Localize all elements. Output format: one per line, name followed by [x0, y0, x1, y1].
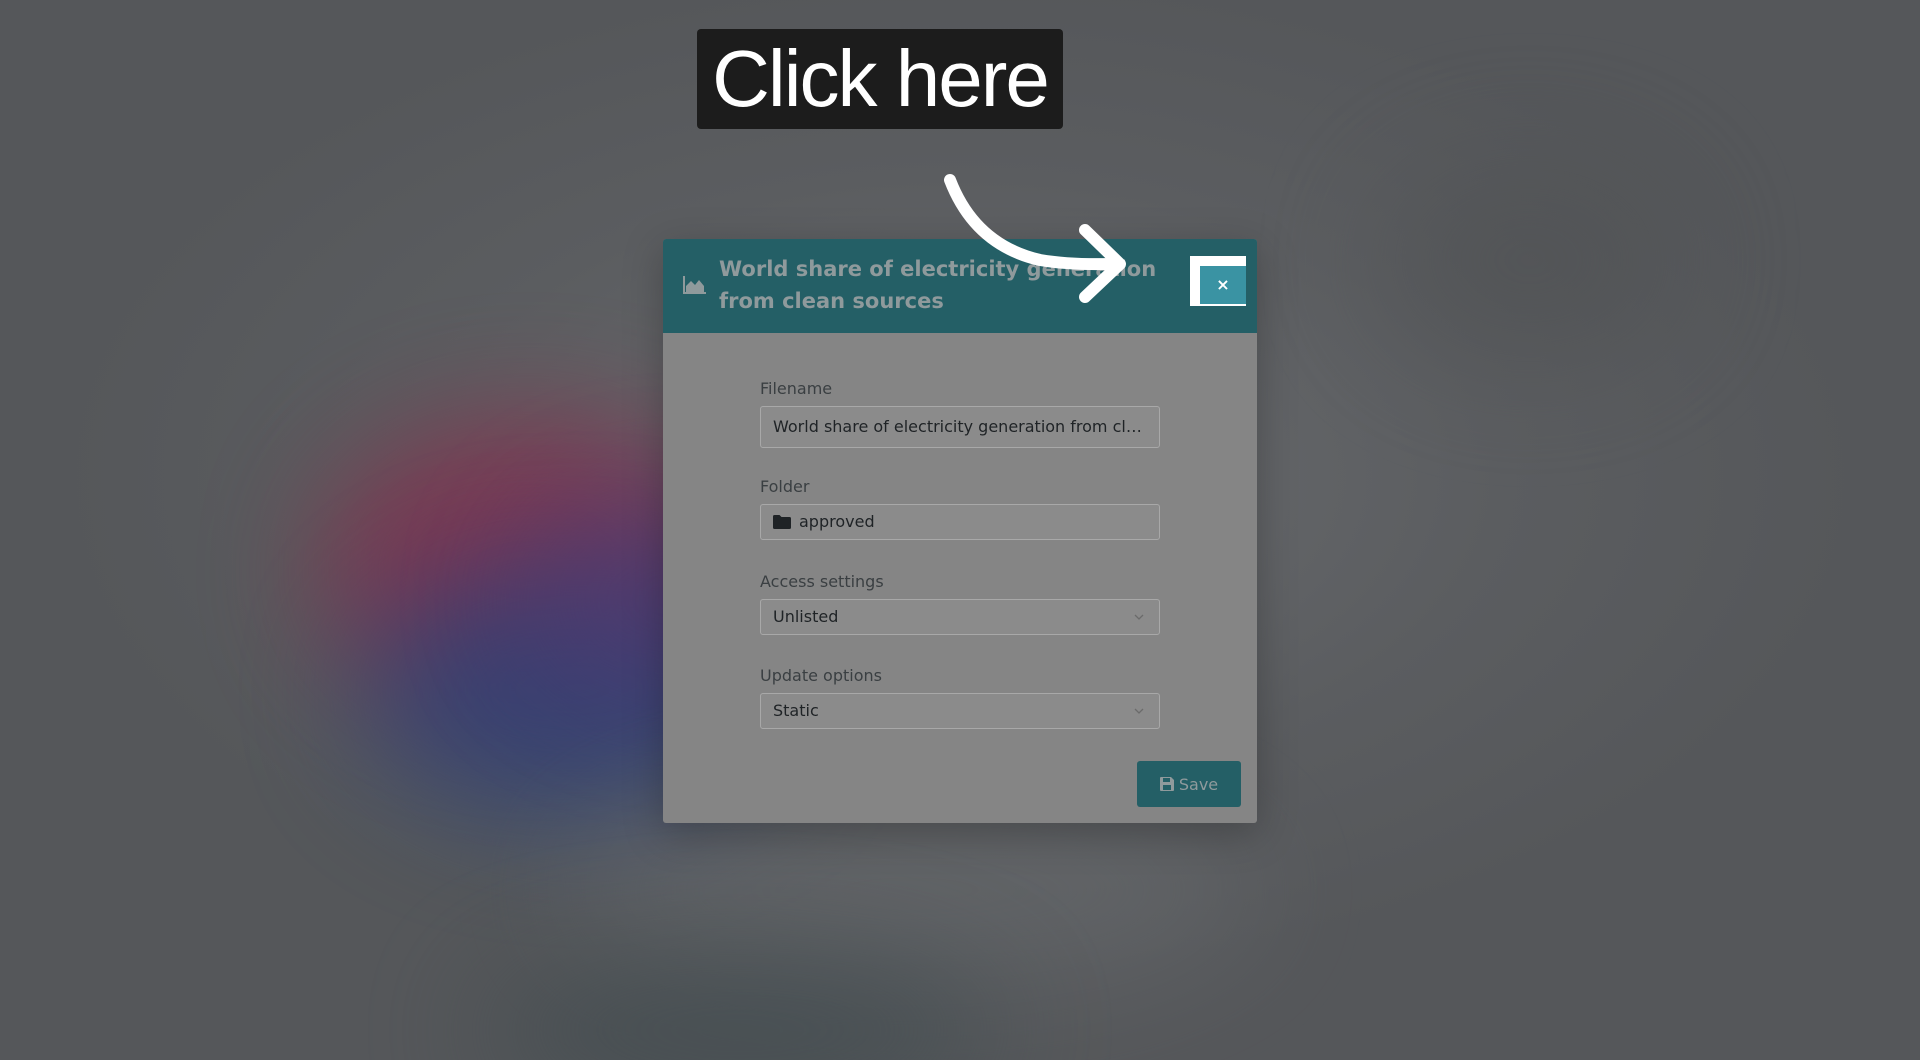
filename-input[interactable]: World share of electricity generation fr…	[760, 406, 1160, 448]
area-chart-icon	[683, 276, 706, 294]
filename-label: Filename	[760, 379, 833, 398]
pointer-arrow-icon	[944, 174, 1126, 303]
update-group: Update options Static	[760, 666, 1160, 729]
save-label: Save	[1178, 774, 1219, 794]
click-here-callout: Click here	[697, 29, 1063, 129]
chevron-down-icon	[1134, 614, 1144, 620]
background-blob	[1380, 160, 1680, 360]
update-select[interactable]: Static	[760, 693, 1160, 729]
access-group: Access settings Unlisted	[760, 572, 1160, 635]
access-label: Access settings	[760, 572, 884, 591]
save-chart-dialog: World share of electricity generation fr…	[663, 239, 1257, 823]
close-button[interactable]: ×	[1200, 266, 1246, 304]
folder-group: Folder approved	[760, 477, 1160, 540]
access-select[interactable]: Unlisted	[760, 599, 1160, 635]
floppy-disk-icon	[1159, 777, 1174, 791]
update-value: Static	[773, 701, 819, 720]
access-value: Unlisted	[773, 607, 839, 626]
filename-group: Filename World share of electricity gene…	[760, 379, 1160, 448]
folder-value: approved	[799, 512, 875, 531]
save-form: Filename World share of electricity gene…	[760, 379, 1160, 729]
folder-picker[interactable]: approved	[760, 504, 1160, 540]
update-label: Update options	[760, 666, 882, 685]
folder-icon	[773, 515, 791, 529]
save-button[interactable]: Save	[1137, 761, 1241, 807]
chevron-down-icon	[1134, 708, 1144, 714]
folder-label: Folder	[760, 477, 810, 496]
close-button-highlight: ×	[1190, 256, 1246, 306]
